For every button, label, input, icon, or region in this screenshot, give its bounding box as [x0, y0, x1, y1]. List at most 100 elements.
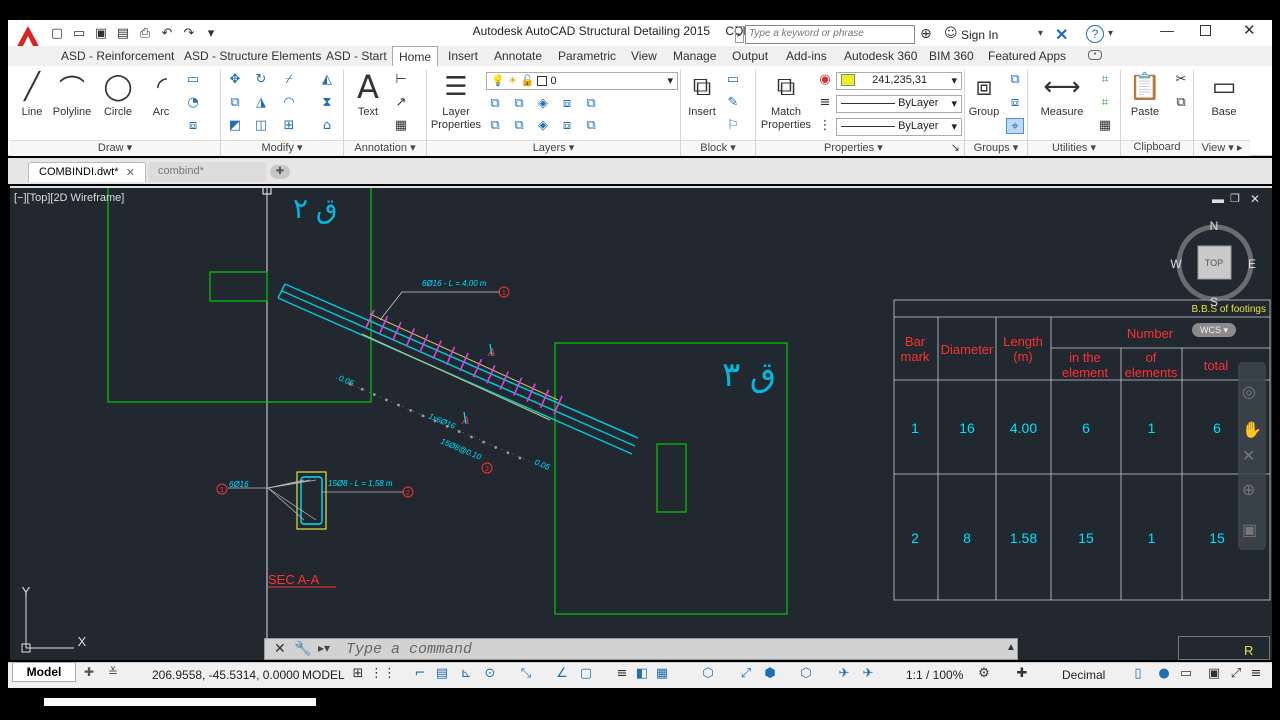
object-snap-icon[interactable]: ▢	[578, 666, 594, 682]
tab-home[interactable]: Home	[392, 46, 439, 66]
text-button[interactable]: A Text	[350, 68, 386, 118]
print-icon[interactable]: ⎙	[136, 24, 154, 42]
move-icon[interactable]: ✥	[226, 72, 244, 88]
layer-dropdown[interactable]: 💡 ☀ 🔓 0 ▾	[486, 72, 678, 90]
object-snap-tracking-icon[interactable]: ∠	[554, 666, 570, 682]
command-input[interactable]: Type a command	[346, 641, 472, 658]
tab-asd-structure-elements[interactable]: ASD - Structure Elements	[184, 49, 321, 63]
polyline-button[interactable]: ⌒ Polyline	[50, 70, 94, 119]
save-as-icon[interactable]: ▤	[114, 24, 132, 42]
new-file-icon[interactable]: ▢	[48, 24, 66, 42]
showmotion-icon[interactable]: ▣	[1242, 520, 1257, 540]
table-icon[interactable]: ▦	[392, 118, 410, 134]
3d-osnap-icon[interactable]: ⬡	[700, 666, 716, 682]
lineweight-toggle-icon[interactable]: ≡	[614, 666, 630, 682]
measure-button[interactable]: ⟷ Measure	[1036, 70, 1088, 118]
tab-parametric[interactable]: Parametric	[558, 49, 616, 63]
erase-icon[interactable]: ◭	[318, 72, 336, 88]
tab-output[interactable]: Output	[732, 49, 768, 63]
layer-tool-icon[interactable]: ⧉	[486, 96, 504, 112]
cmd-recent-icon[interactable]: ▸▾	[318, 641, 330, 655]
copy-icon[interactable]: ⧉	[226, 95, 244, 111]
maximize-icon[interactable]	[1200, 25, 1211, 36]
tab-view[interactable]: View	[631, 49, 657, 63]
base-view-button[interactable]: ▭ Base	[1204, 70, 1244, 118]
layout-menu-icon[interactable]: ≚	[108, 665, 118, 679]
coordinates-readout[interactable]: 206.9558, -45.5314, 0.0000	[152, 668, 299, 682]
viewport-controls-label[interactable]: [−][Top][2D Wireframe]	[14, 192, 124, 204]
tab-bim-360[interactable]: BIM 360	[929, 49, 974, 63]
graphics-performance-icon[interactable]: ▭	[1178, 666, 1194, 682]
view-panel-footer[interactable]: View ▾ ▸	[1194, 140, 1250, 156]
cmd-history-icon[interactable]: ▲	[1006, 642, 1016, 653]
panel-launcher-icon[interactable]: ↘	[951, 141, 960, 154]
layer-tool-icon[interactable]: ⧉	[582, 96, 600, 112]
tab-manage[interactable]: Manage	[673, 49, 716, 63]
quick-properties-icon[interactable]: ▯	[1130, 666, 1146, 682]
open-folder-icon[interactable]: ▭	[70, 24, 88, 42]
search-input[interactable]: Type a keyword or phrase	[745, 25, 915, 44]
exchange-icon[interactable]: ✕	[1055, 25, 1068, 45]
groups-panel-footer[interactable]: Groups ▾	[965, 140, 1027, 156]
ribbon-minimize-icon[interactable]: •	[1088, 50, 1102, 60]
linetype-icon[interactable]: ⋮	[816, 118, 834, 134]
ungroup-icon[interactable]: ⧉	[1006, 72, 1024, 88]
stretch-icon[interactable]: ◩	[226, 118, 244, 134]
annotation-monitor-icon[interactable]: ✚	[1014, 666, 1030, 682]
tab-autodesk-360[interactable]: Autodesk 360	[844, 49, 917, 63]
leader-icon[interactable]: ↗	[392, 95, 410, 111]
steering-wheel-icon[interactable]: ◎	[1242, 382, 1256, 402]
cmd-customize-icon[interactable]: 🔧	[294, 640, 311, 657]
viewport-restore-icon[interactable]: ❐	[1230, 192, 1240, 205]
doc-tab-combind[interactable]: combind*	[148, 162, 266, 182]
dynamic-ucs-icon[interactable]: ⤢	[738, 666, 754, 682]
line-button[interactable]: ╱ Line	[14, 70, 50, 118]
compass-east[interactable]: E	[1248, 257, 1256, 271]
gizmo-icon[interactable]: ⬢	[762, 666, 778, 682]
minimize-icon[interactable]: —	[1160, 22, 1174, 38]
status-customize-icon[interactable]: ≡	[1248, 666, 1264, 682]
auto-scale-icon[interactable]: ✈	[860, 666, 876, 682]
copy-clip-icon[interactable]: ⧉	[1172, 95, 1190, 111]
tab-insert[interactable]: Insert	[448, 49, 478, 63]
create-block-icon[interactable]: ▭	[724, 72, 742, 88]
layer-tool-icon[interactable]: ◈	[534, 96, 552, 112]
layer-tool-icon[interactable]: ⧈	[558, 118, 576, 134]
explode-icon[interactable]: ⧗	[318, 95, 336, 111]
utilities-panel-footer[interactable]: Utilities ▾	[1028, 140, 1120, 156]
viewport-close-icon[interactable]: ✕	[1250, 192, 1260, 206]
scale-icon[interactable]: ◫	[252, 118, 270, 134]
snap-icon[interactable]: ⋮⋮	[370, 666, 396, 682]
workspace-gear-icon[interactable]: ⚙	[976, 666, 992, 682]
tab-asd-start[interactable]: ASD - Start	[326, 49, 387, 63]
tab-annotate[interactable]: Annotate	[494, 49, 542, 63]
close-window-icon[interactable]: ✕	[1243, 21, 1256, 39]
isometric-icon[interactable]: ⤡	[518, 666, 534, 682]
compass-north[interactable]: N	[1210, 219, 1219, 233]
calculator-icon[interactable]: ▦	[1096, 118, 1114, 134]
column-3[interactable]	[656, 443, 687, 513]
sign-in-dropdown-icon[interactable]: ▾	[1038, 28, 1043, 39]
layer-properties-button[interactable]: ☰ Layer Properties	[428, 70, 484, 132]
wcs-menu[interactable]: WCS ▾	[1192, 323, 1236, 337]
group-edit-icon[interactable]: ⧈	[1006, 95, 1024, 111]
rotate-icon[interactable]: ↻	[252, 72, 270, 88]
layer-tool-icon[interactable]: ⧉	[510, 118, 528, 134]
tab-featured-apps[interactable]: Featured Apps	[988, 49, 1066, 63]
insert-block-button[interactable]: ⧉ Insert	[684, 70, 720, 119]
hatch-icon[interactable]: ◔	[184, 95, 202, 111]
circle-button[interactable]: ◯ Circle	[100, 70, 136, 118]
rectangle-icon[interactable]: ▭	[184, 72, 202, 88]
tie-beam[interactable]	[277, 283, 639, 455]
lineweight-dropdown[interactable]: ByLayer ▾	[836, 95, 962, 113]
model-tab[interactable]: Model	[12, 662, 76, 682]
grid-icon[interactable]: ⊞	[350, 666, 366, 682]
block-attribute-icon[interactable]: ⚐	[724, 118, 742, 134]
viewport-minimize-icon[interactable]: ▬	[1212, 192, 1224, 206]
doc-tab-combindi[interactable]: COMBINDI.dwt* ✕	[28, 162, 146, 182]
draw-panel-footer[interactable]: Draw ▾	[10, 140, 220, 156]
viewcube[interactable]: TOP N S W E	[1168, 216, 1262, 312]
region-icon[interactable]: ⧈	[184, 118, 202, 134]
cmd-close-icon[interactable]: ✕	[274, 640, 286, 657]
save-icon[interactable]: ▣	[92, 24, 110, 42]
